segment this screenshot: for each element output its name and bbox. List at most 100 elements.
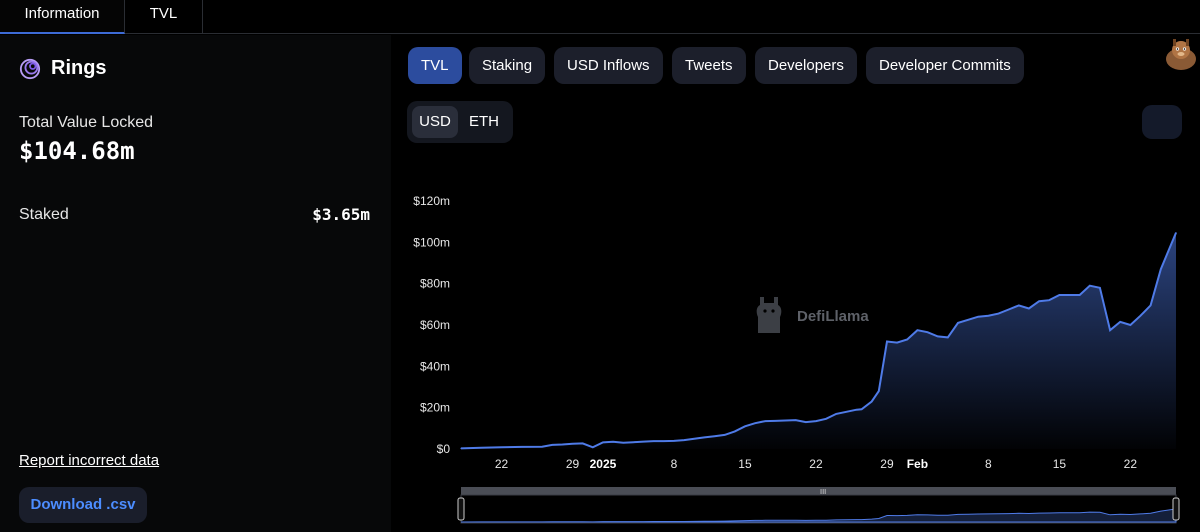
tvl-data-point (835, 413, 837, 415)
tvl-data-point (521, 446, 523, 448)
y-tick-label: $80m (420, 277, 450, 291)
range-selector-preview (460, 508, 1177, 523)
tvl-data-point (643, 441, 645, 443)
tvl-data-point (977, 316, 979, 318)
tvl-data-point (582, 442, 584, 444)
range-grip-icon[interactable]: III (820, 488, 826, 496)
x-tick-label: 8 (671, 457, 678, 471)
tvl-data-point (1109, 329, 1111, 331)
y-tick-label: $60m (420, 318, 450, 332)
tab-information[interactable]: Information (0, 0, 125, 34)
tvl-data-point (663, 440, 665, 442)
top-tab-bar: Information TVL (0, 0, 1200, 34)
tvl-data-point (937, 335, 939, 337)
x-tick-label: 2025 (590, 457, 617, 471)
chart-panel: TVL Staking USD Inflows Tweets Developer… (391, 35, 1200, 532)
tvl-data-point (805, 421, 807, 423)
tvl-data-point (1058, 294, 1060, 296)
tvl-data-point (774, 420, 776, 422)
tvl-data-point (926, 331, 929, 333)
tvl-data-point (967, 319, 969, 321)
tvl-data-point (1008, 308, 1010, 311)
tvl-data-point (878, 390, 880, 392)
tvl-data-point (896, 342, 898, 344)
range-selector[interactable]: III (457, 487, 1180, 524)
tvl-data-point (1018, 304, 1020, 306)
watermark-text: DefiLlama (797, 308, 869, 325)
y-tick-label: $120m (413, 194, 450, 208)
tvl-data-point (612, 441, 614, 443)
x-tick-label: 22 (809, 457, 823, 471)
protocol-info-panel: Rings Total Value Locked $104.68m Staked… (0, 35, 391, 532)
tvl-data-point (551, 444, 553, 446)
tvl-data-point (1079, 294, 1081, 296)
tvl-data-point (1099, 287, 1101, 289)
range-selector-bar[interactable] (461, 487, 1176, 495)
tvl-data-point (541, 446, 543, 448)
tvl-data-point (845, 411, 847, 413)
tvl-data-point (1048, 299, 1050, 301)
x-tick-label: 29 (566, 457, 580, 471)
tvl-data-point (815, 420, 817, 422)
tvl-data-point (673, 440, 675, 442)
x-tick-label: 15 (738, 457, 752, 471)
protocol-header: Rings (19, 57, 107, 80)
tvl-data-point (501, 446, 503, 448)
protocol-name: Rings (51, 57, 107, 79)
tvl-data-point (1068, 294, 1071, 296)
tvl-data-point (561, 443, 563, 446)
x-tick-label: 22 (1124, 457, 1138, 471)
tvl-value: $104.68m (19, 137, 135, 165)
tvl-data-point (693, 438, 695, 440)
tvl-data-point (987, 315, 990, 317)
tab-tvl[interactable]: TVL (125, 0, 203, 34)
x-tick-label: 29 (880, 457, 894, 471)
tvl-data-point (916, 329, 919, 331)
tvl-data-point (1160, 268, 1162, 270)
y-tick-label: $100m (413, 235, 450, 249)
x-tick-label: 8 (985, 457, 992, 471)
tvl-data-point (1119, 321, 1121, 323)
tvl-data-point (713, 435, 716, 437)
tvl-data-point (622, 442, 624, 444)
y-tick-label: $0 (437, 442, 451, 456)
x-tick-label: 15 (1053, 457, 1067, 471)
range-handle-left[interactable] (457, 497, 465, 521)
rings-logo-icon (19, 58, 41, 79)
y-axis: $0 $20m $40m $60m $80m $100m $120m (413, 194, 450, 456)
staked-value: $3.65m (312, 205, 370, 224)
tvl-data-point (906, 338, 908, 341)
report-incorrect-data-link[interactable]: Report incorrect data (19, 452, 159, 469)
tvl-data-point (572, 443, 574, 445)
tvl-data-point (602, 441, 604, 443)
tvl-data-point (1139, 315, 1142, 317)
tvl-data-point (855, 409, 858, 411)
tvl-data-point (1038, 300, 1040, 302)
download-csv-button[interactable]: Download .csv (19, 487, 147, 523)
tvl-data-point (947, 336, 949, 338)
tvl-area-fill (461, 232, 1176, 449)
x-axis: 22 29 2025 8 15 22 29 Feb 8 15 22 (495, 457, 1137, 471)
range-handle-right[interactable] (1172, 497, 1180, 521)
tvl-data-point (724, 434, 726, 436)
tvl-data-point (886, 340, 888, 343)
tvl-data-point (1028, 307, 1030, 310)
y-tick-label: $20m (420, 401, 450, 415)
tvl-data-point (1129, 324, 1131, 326)
tvl-data-point (744, 425, 746, 427)
x-tick-label: 22 (495, 457, 509, 471)
tvl-data-point (653, 440, 655, 442)
tvl-data-point (1089, 285, 1091, 287)
tvl-chart: $0 $20m $40m $60m $80m $100m $120m 22 29 2025 8 15… (413, 194, 1180, 524)
tvl-data-point (795, 419, 797, 421)
tvl-data-point (683, 439, 685, 441)
y-tick-label: $40m (420, 359, 450, 373)
tvl-data-point (703, 436, 705, 438)
tvl-data-point (825, 418, 827, 420)
defillama-watermark: DefiLlama (756, 297, 869, 333)
tvl-data-point (480, 447, 482, 449)
tvl-data-point (784, 419, 787, 422)
tvl-data-point (957, 322, 959, 324)
tvl-data-point (1150, 304, 1152, 306)
staked-label: Staked (19, 206, 69, 223)
